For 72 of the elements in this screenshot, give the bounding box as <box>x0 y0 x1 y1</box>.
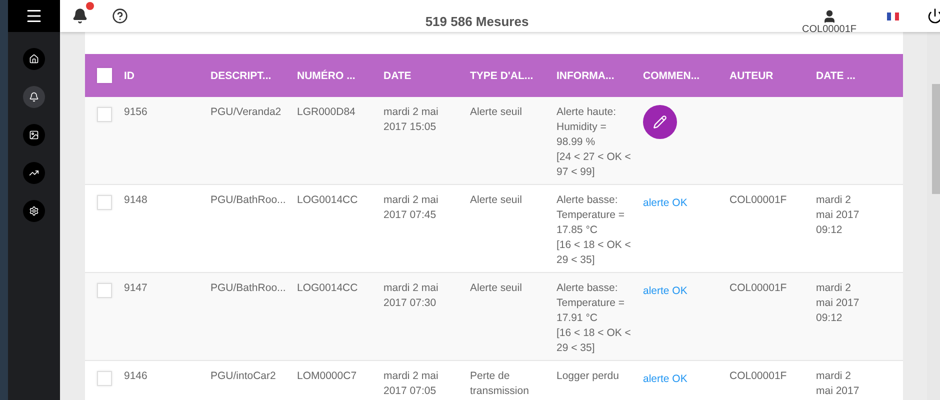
table-cell-text: Alerte seuil <box>470 193 523 208</box>
range-text: [16 < 18 < OK < 29 < 35] <box>556 326 631 356</box>
range-text: [24 < 27 < OK < 97 < 99] <box>556 150 631 180</box>
table-cell-text: Perte de transmission <box>470 369 530 399</box>
comment-link[interactable]: alerte OK <box>643 197 688 209</box>
column-header[interactable]: NUMÉRO ... <box>297 70 384 82</box>
notification-icon[interactable] <box>72 8 88 24</box>
pencil-icon <box>653 115 667 129</box>
table-cell-text: PGU/Veranda2 <box>210 105 282 120</box>
table-cell-text: mardi 2 mai 2017 15:05 <box>384 105 440 135</box>
flag-icon[interactable] <box>886 12 898 20</box>
column-header[interactable]: TYPE D'AL... <box>470 70 556 82</box>
user-icon[interactable] <box>822 9 837 24</box>
column-header[interactable]: COMMEN... <box>643 70 730 82</box>
sidebar-item[interactable] <box>23 86 45 108</box>
row-checkbox[interactable] <box>97 371 112 386</box>
scrollbar-thumb[interactable] <box>932 84 940 194</box>
column-header[interactable]: DESCRIPT... <box>210 70 297 82</box>
help-icon[interactable] <box>112 8 128 24</box>
table-cell-text: PGU/BathRoo... <box>210 281 287 296</box>
image-icon <box>29 130 39 140</box>
sidebar-item[interactable] <box>23 162 45 184</box>
settings-icon <box>29 206 39 216</box>
table-cell-text: mardi 2 mai 2017 <box>816 369 860 399</box>
table-cell-text: COL00001F <box>730 193 788 208</box>
row-checkbox[interactable] <box>97 283 112 298</box>
table-cell-text: 9147 <box>124 281 148 296</box>
user-name: COL00001F <box>802 24 856 35</box>
sidebar-item[interactable] <box>23 48 45 70</box>
table-cell-text: Logger perdu <box>556 369 620 384</box>
table-cell-text: PGU/intoCar2 <box>210 369 277 384</box>
sidebar-item[interactable] <box>23 200 45 222</box>
table-cell-text: LOG0014CC <box>297 281 359 296</box>
table-cell-text: 9148 <box>124 193 148 208</box>
table-cell-text: mardi 2 mai 2017 07:45 <box>384 193 440 223</box>
row-checkbox[interactable] <box>97 107 112 122</box>
table-cell-text: Alerte basse: Temperature = 17.85 °C <box>556 193 626 238</box>
menu-button[interactable] <box>8 0 60 32</box>
table-cell-text: mardi 2 mai 2017 09:12 <box>816 281 860 326</box>
edit-button[interactable] <box>643 105 677 139</box>
table-cell-text: COL00001F <box>730 369 788 384</box>
comment-link[interactable]: alerte OK <box>643 373 688 385</box>
select-all-checkbox[interactable] <box>97 68 112 83</box>
column-header[interactable]: ID <box>124 70 210 82</box>
table-cell-text: Alerte seuil <box>470 105 523 120</box>
comment-link[interactable]: alerte OK <box>643 285 688 297</box>
table-cell-text: COL00001F <box>730 281 788 296</box>
table-cell-text: 9156 <box>124 105 148 120</box>
range-text: [16 < 18 < OK < 29 < 35] <box>556 238 631 268</box>
bell-icon <box>29 92 39 102</box>
menu-icon <box>25 7 43 25</box>
column-header[interactable]: INFORMA... <box>556 70 643 82</box>
column-header[interactable]: DATE <box>384 70 470 82</box>
table-cell-text: LGR000D84 <box>297 105 356 120</box>
table-cell-text: LOM0000C7 <box>297 369 358 384</box>
page-title: 519 586 Mesures <box>424 14 530 28</box>
table-cell-text: mardi 2 mai 2017 07:05 <box>384 369 440 399</box>
home-icon <box>29 54 39 64</box>
table-cell-text: Alerte basse: Temperature = 17.91 °C <box>556 281 626 326</box>
table-cell-text: mardi 2 mai 2017 07:30 <box>384 281 440 311</box>
table-cell-text: 9146 <box>124 369 148 384</box>
trend-icon <box>29 168 39 178</box>
table-cell-text: mardi 2 mai 2017 09:12 <box>816 193 860 238</box>
sidebar-item[interactable] <box>23 124 45 146</box>
power-icon[interactable] <box>926 8 940 24</box>
table-cell-text: Alerte seuil <box>470 281 523 296</box>
column-header[interactable]: DATE ... <box>816 70 902 82</box>
column-header[interactable]: AUTEUR <box>730 70 816 82</box>
table-cell-text: Alerte haute: Humidity = 98.99 % <box>556 105 618 150</box>
row-checkbox[interactable] <box>97 195 112 210</box>
table-cell-text: PGU/BathRoo... <box>210 193 287 208</box>
table-cell-text: LOG0014CC <box>297 193 359 208</box>
